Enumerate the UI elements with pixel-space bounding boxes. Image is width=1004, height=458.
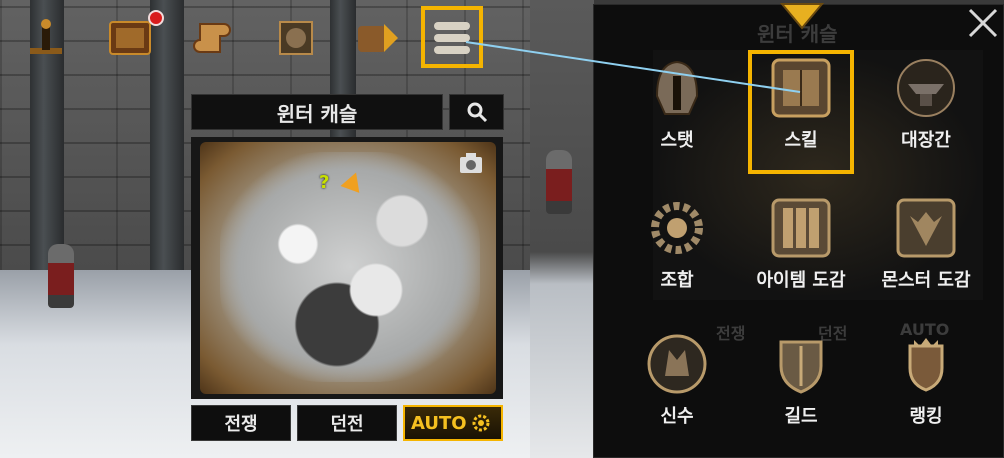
map-search-button[interactable] (449, 94, 504, 130)
menu-item-item-codex[interactable]: 아이템 도감 (741, 196, 861, 292)
ranking-crest-icon (908, 338, 944, 392)
scroll-icon[interactable] (186, 10, 242, 66)
map-title: 윈터 캐슬 (191, 94, 443, 130)
menu-label-guild: 길드 (784, 406, 818, 427)
auto-label: AUTO (411, 412, 467, 434)
gear-combine-icon (651, 202, 703, 254)
camera-icon[interactable] (459, 152, 483, 174)
menu-label-beast: 신수 (660, 406, 694, 427)
item-codex-icon (771, 198, 831, 258)
npc-knight[interactable] (546, 150, 572, 214)
dungeon-button[interactable]: 던전 (297, 405, 397, 441)
close-icon[interactable] (966, 6, 1000, 40)
menu-label-item-codex: 아이템 도감 (756, 270, 846, 291)
menu-item-monster-codex[interactable]: 몬스터 도감 (866, 196, 986, 292)
menu-label-skill: 스킬 (784, 130, 818, 151)
gear-icon (472, 414, 490, 432)
skill-book-icon (771, 58, 831, 118)
notification-badge (148, 10, 164, 26)
monster-codex-icon (896, 198, 956, 258)
menu-label-smithy: 대장간 (901, 130, 951, 151)
bag-icon[interactable] (350, 10, 406, 66)
shield-icon[interactable] (268, 10, 324, 66)
menu-label-monster-codex: 몬스터 도감 (881, 270, 971, 291)
menu-item-smithy[interactable]: 대장간 (866, 56, 986, 152)
guild-shield-icon (779, 340, 823, 394)
menu-label-ranking: 랭킹 (909, 406, 943, 427)
menu-item-guild[interactable]: 길드 (741, 332, 861, 428)
chevron-down-icon[interactable] (778, 0, 826, 34)
menu-item-skill[interactable]: 스킬 (741, 56, 861, 152)
npc-knight[interactable] (48, 244, 74, 308)
quest-marker[interactable]: ? (319, 172, 329, 193)
menu-label-combine: 조합 (660, 270, 694, 291)
war-button[interactable]: 전쟁 (191, 405, 291, 441)
menu-icon[interactable] (424, 10, 480, 66)
menu-item-combine[interactable]: 조합 (617, 196, 737, 292)
helmet-icon (655, 60, 699, 115)
auto-button[interactable]: AUTO (403, 405, 503, 441)
wolf-icon (647, 334, 707, 394)
menu-item-beast[interactable]: 신수 (617, 332, 737, 428)
anvil-icon (897, 59, 955, 117)
menu-label-stats: 스탯 (660, 130, 694, 151)
quest-icon[interactable] (18, 10, 74, 66)
menu-item-ranking[interactable]: 랭킹 (866, 332, 986, 428)
menu-item-stats[interactable]: 스탯 (617, 56, 737, 152)
search-icon (467, 102, 487, 123)
game-scene-strip (530, 0, 594, 458)
